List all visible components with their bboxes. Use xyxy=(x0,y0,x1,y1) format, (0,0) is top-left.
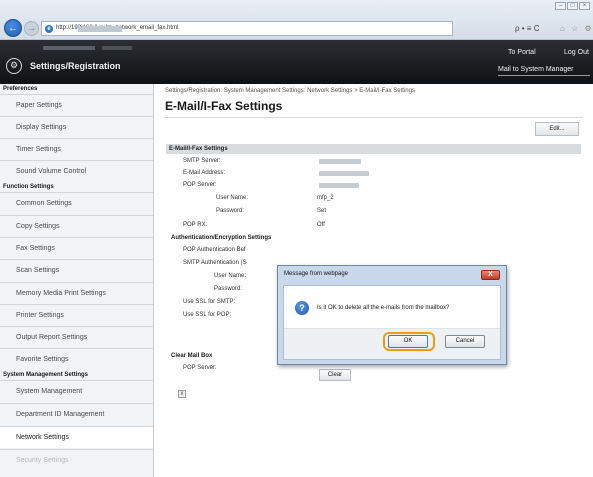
clear-mailbox-button[interactable]: Clear xyxy=(319,369,351,381)
sidebar-item-label: Output Report Settings xyxy=(16,334,88,341)
to-portal-link[interactable]: To Portal xyxy=(508,49,536,56)
sidebar-item-label: Scan Settings xyxy=(16,267,60,274)
sidebar-item-label: Common Settings xyxy=(16,200,72,207)
forward-button[interactable]: → xyxy=(24,21,39,36)
sidebar-item-scan-settings[interactable]: Scan Settings xyxy=(0,259,153,281)
close-window-icon[interactable]: × xyxy=(579,2,590,10)
app-header: ⚙ Settings/Registration To Portal Log Ou… xyxy=(0,40,593,84)
sidebar-item-sound-volume-control[interactable]: Sound Volume Control xyxy=(0,160,153,182)
clear-pop-server-label: POP Server: xyxy=(183,365,217,371)
smtp-password-label: Password: xyxy=(214,286,243,292)
sidebar-item-common-settings[interactable]: Common Settings xyxy=(0,192,153,214)
mini-box-icon[interactable]: x xyxy=(178,390,186,398)
sidebar-item-security-settings[interactable]: Security Settings xyxy=(0,449,153,471)
section-header-auth-encryption: Authentication/Encryption Settings xyxy=(171,235,272,241)
smtp-user-name-label: User Name: xyxy=(214,273,247,279)
title-divider xyxy=(164,117,583,118)
ssl-for-pop-label: Use SSL for POP: xyxy=(183,312,232,318)
device-id-redaction xyxy=(102,46,132,50)
sidebar-item-label: Printer Settings xyxy=(16,312,64,319)
confirm-dialog: Message from webpage X ? Is it OK to del… xyxy=(277,265,507,365)
dialog-footer: OK Cancel xyxy=(284,328,500,359)
dialog-title: Message from webpage xyxy=(284,271,349,277)
sidebar-item-label: Sound Volume Control xyxy=(16,168,87,175)
browser-chrome: – □ × ← → e http://192.168.1.xx/m_networ… xyxy=(0,0,593,40)
sidebar: Preferences Paper Settings Display Setti… xyxy=(0,84,154,477)
smtp-authentication-label: SMTP Authentication (S xyxy=(183,260,247,266)
pop-rx-label: POP RX: xyxy=(183,222,208,228)
page-icon: e xyxy=(45,25,53,33)
pop-server-value-redacted xyxy=(319,183,359,188)
mail-link-underline xyxy=(498,75,590,76)
url-redaction xyxy=(78,26,122,32)
sidebar-item-label: Network Settings xyxy=(16,434,69,441)
ssl-for-smtp-label: Use SSL for SMTP: xyxy=(183,299,236,305)
address-tools-icons[interactable]: ρ • ≡ C xyxy=(515,24,539,33)
sidebar-item-label: Copy Settings xyxy=(16,223,60,230)
device-name-redaction xyxy=(43,46,95,50)
sidebar-item-display-settings[interactable]: Display Settings xyxy=(0,116,153,138)
sidebar-item-label: Fax Settings xyxy=(16,245,55,252)
page-title: E-Mail/I-Fax Settings xyxy=(165,99,283,113)
sidebar-category-system-management: System Management Settings xyxy=(3,372,89,378)
minimize-icon[interactable]: – xyxy=(555,2,566,10)
settings-logo-icon: ⚙ xyxy=(6,58,22,74)
maximize-icon[interactable]: □ xyxy=(567,2,578,10)
mail-to-system-manager-link[interactable]: Mail to System Manager xyxy=(498,66,573,73)
pop-server-label: POP Server: xyxy=(183,182,217,188)
sidebar-item-copy-settings[interactable]: Copy Settings xyxy=(0,215,153,237)
sidebar-item-memory-media-print-settings[interactable]: Memory Media Print Settings xyxy=(0,282,153,304)
email-address-value-redacted xyxy=(319,171,369,176)
sidebar-category-preferences: Preferences xyxy=(3,86,38,92)
window-controls: – □ × xyxy=(554,2,590,10)
sidebar-item-department-id-management[interactable]: Department ID Management xyxy=(0,403,153,425)
email-address-label: E-Mail Address: xyxy=(183,170,226,176)
back-button[interactable]: ← xyxy=(4,19,22,37)
sidebar-item-label: System Management xyxy=(16,388,83,395)
password-value: Set xyxy=(317,208,327,214)
breadcrumb[interactable]: Settings/Registration: System Management… xyxy=(165,88,415,94)
address-bar[interactable]: e http://192.168.1.xx/m_network_email_fa… xyxy=(41,21,453,36)
dialog-body: ? Is it OK to delete all the e-mails fro… xyxy=(283,285,501,360)
sidebar-item-label: Favorite Settings xyxy=(16,356,69,363)
app-title: Settings/Registration xyxy=(30,61,121,71)
cancel-button[interactable]: Cancel xyxy=(445,335,485,348)
sidebar-item-printer-settings[interactable]: Printer Settings xyxy=(0,304,153,326)
ok-button[interactable]: OK xyxy=(388,335,428,348)
sidebar-item-system-management[interactable]: System Management xyxy=(0,380,153,402)
sidebar-item-label: Display Settings xyxy=(16,124,67,131)
sidebar-category-function-settings: Function Settings xyxy=(3,184,54,190)
sidebar-item-label: Memory Media Print Settings xyxy=(16,290,106,297)
user-name-value: mfp_2 xyxy=(317,195,334,201)
section-header-email-ifax: E-Mail/I-Fax Settings xyxy=(166,144,581,154)
edit-button[interactable]: Edit... xyxy=(535,122,579,136)
pop-auth-before-send-label: POP Authentication Bef xyxy=(183,247,246,253)
log-out-link[interactable]: Log Out xyxy=(564,49,589,56)
user-name-label: User Name: xyxy=(216,195,249,201)
sidebar-item-label: Timer Settings xyxy=(16,146,61,153)
password-label: Password: xyxy=(216,208,245,214)
smtp-server-label: SMTP Server: xyxy=(183,158,221,164)
question-icon: ? xyxy=(295,301,309,315)
sidebar-item-timer-settings[interactable]: Timer Settings xyxy=(0,138,153,160)
sidebar-item-favorite-settings[interactable]: Favorite Settings xyxy=(0,348,153,370)
sidebar-item-network-settings[interactable]: Network Settings xyxy=(0,426,153,448)
browser-tools-icons[interactable]: ⌂ ☆ ⚙ xyxy=(560,24,593,33)
sidebar-item-label: Paper Settings xyxy=(16,102,62,109)
smtp-server-value-redacted xyxy=(319,159,361,164)
dialog-close-icon[interactable]: X xyxy=(481,270,500,280)
sidebar-item-paper-settings[interactable]: Paper Settings xyxy=(0,94,153,116)
section-header-clear-mail-box: Clear Mail Box xyxy=(171,353,213,359)
dialog-message: Is it OK to delete all the e-mails from … xyxy=(317,305,450,311)
sidebar-item-label: Security Settings xyxy=(16,457,69,464)
sidebar-item-label: Department ID Management xyxy=(16,411,105,418)
sidebar-item-output-report-settings[interactable]: Output Report Settings xyxy=(0,326,153,348)
sidebar-item-fax-settings[interactable]: Fax Settings xyxy=(0,237,153,259)
pop-rx-value: Off xyxy=(317,222,325,228)
